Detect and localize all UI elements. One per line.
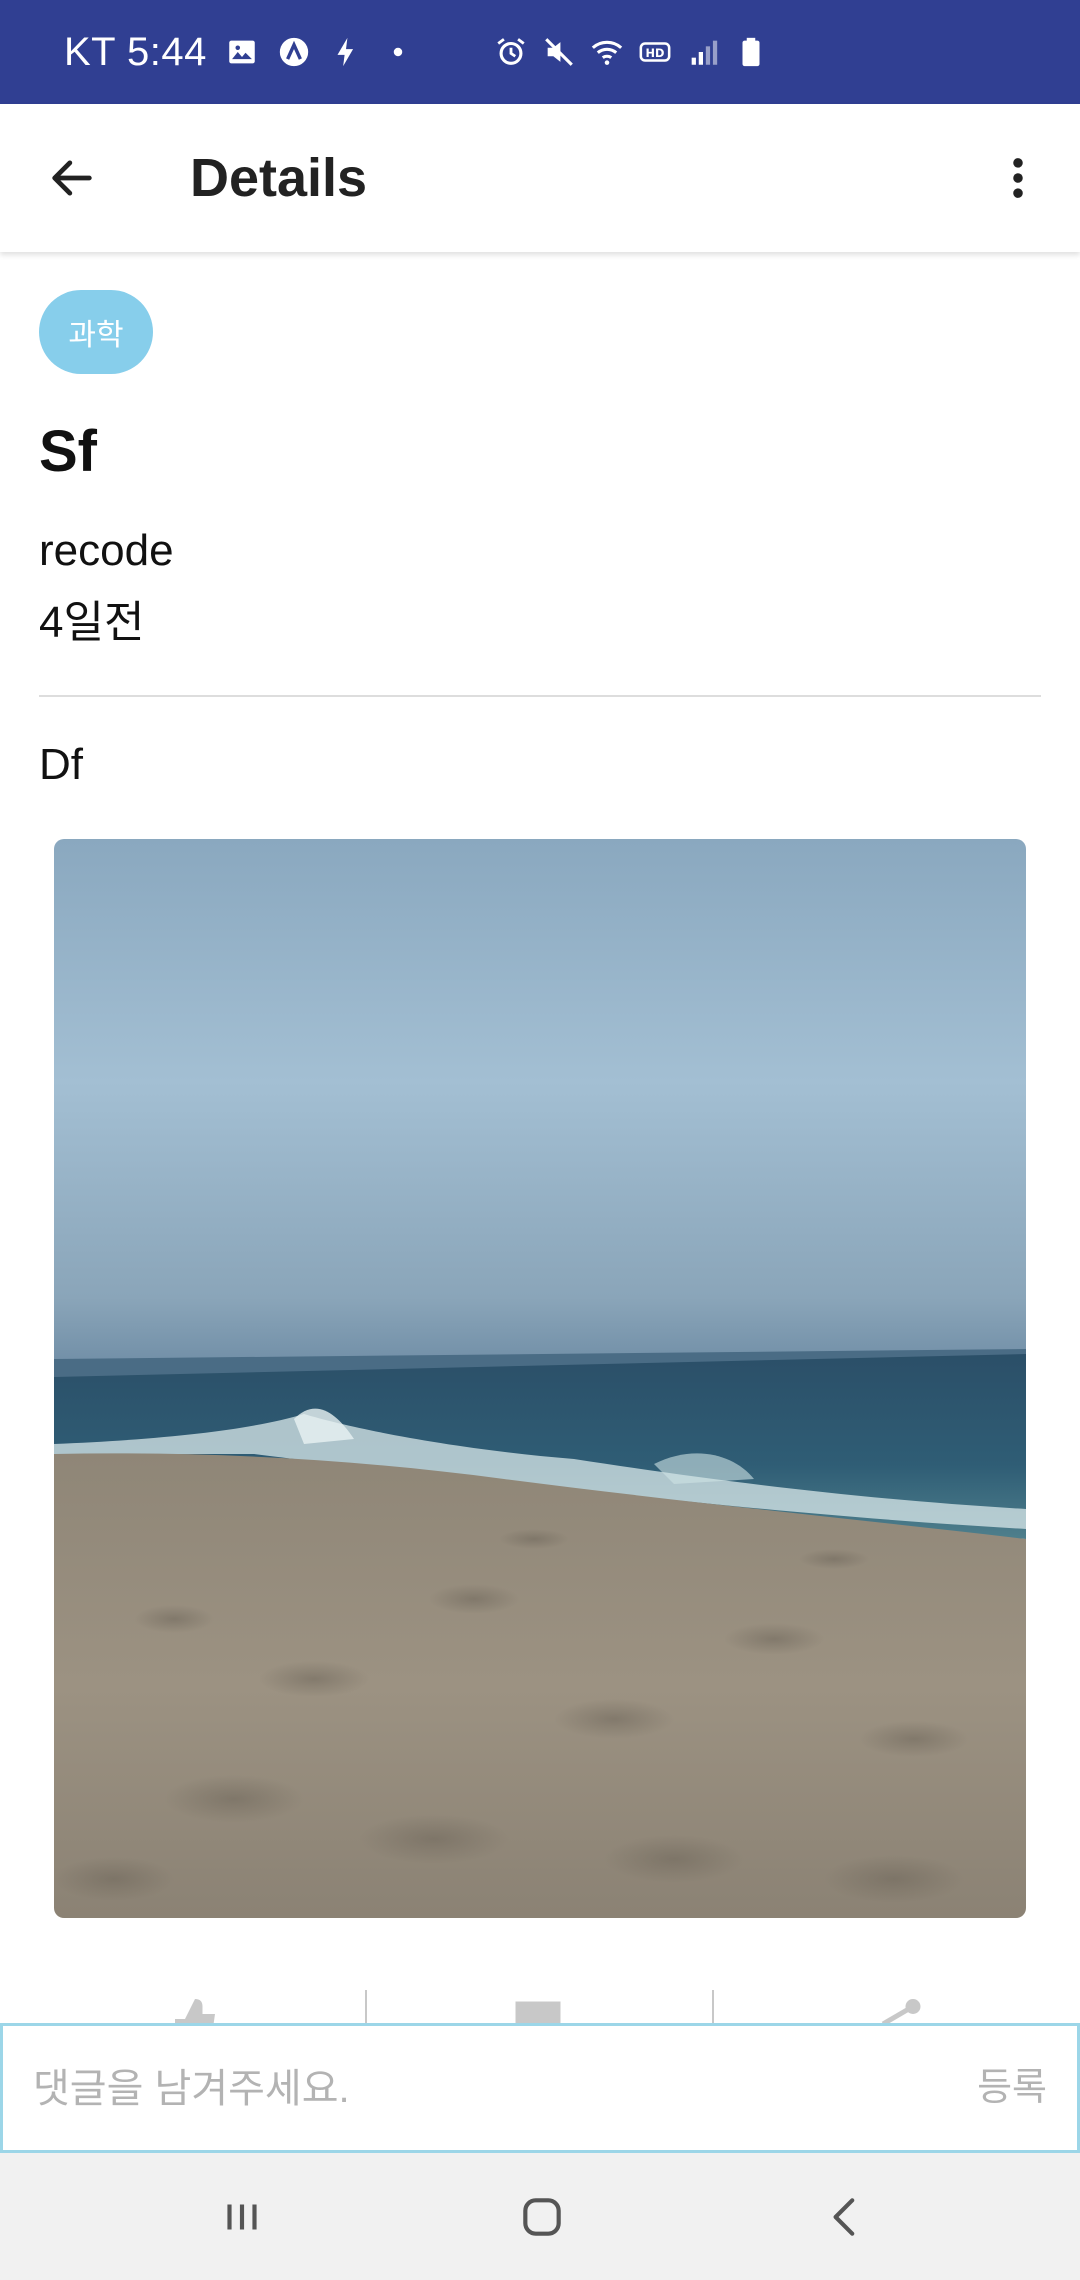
home-icon <box>523 2198 561 2236</box>
nav-back-button[interactable] <box>804 2175 888 2259</box>
a-icon <box>279 37 309 67</box>
comment-bar: 등록 <box>0 2023 1080 2153</box>
comment-input[interactable] <box>31 2026 935 2152</box>
action-divider <box>365 1990 367 2024</box>
status-bar: KT 5:44 HD <box>0 0 1080 104</box>
mute-icon <box>545 38 573 66</box>
recent-apps-icon <box>227 2204 257 2230</box>
battery-icon <box>742 37 760 67</box>
more-options-button[interactable] <box>980 140 1056 216</box>
hd-icon: HD <box>639 42 671 62</box>
post-author: recode <box>39 526 174 575</box>
beach-photo <box>54 839 1026 1918</box>
post-image[interactable] <box>54 839 1026 1918</box>
post-body: Df <box>39 740 83 789</box>
dot-icon <box>393 47 403 57</box>
arrow-left-icon <box>52 160 92 196</box>
system-nav-bar <box>0 2153 1080 2280</box>
share-icon[interactable] <box>868 1994 928 2024</box>
wifi-icon <box>591 40 623 65</box>
bolt-icon <box>337 37 353 67</box>
more-vertical-icon <box>1013 158 1023 198</box>
divider <box>39 695 1041 697</box>
post-date: 4일전 <box>39 598 145 647</box>
back-icon <box>833 2198 855 2236</box>
post-title: Sf <box>39 419 97 484</box>
like-icon[interactable] <box>165 1994 225 2024</box>
submit-comment-button[interactable]: 등록 <box>977 2026 1047 2150</box>
status-left: KT 5:44 <box>64 0 415 104</box>
svg-text:HD: HD <box>646 46 665 60</box>
home-button[interactable] <box>500 2175 584 2259</box>
recent-apps-button[interactable] <box>200 2175 284 2259</box>
status-carrier-time: KT 5:44 <box>64 29 207 74</box>
action-divider <box>712 1990 714 2024</box>
status-right: HD <box>494 0 768 104</box>
page-title: Details <box>190 148 368 208</box>
category-badge: 과학 <box>39 290 153 374</box>
signal-icon <box>691 40 718 65</box>
app-bar: Details <box>0 104 1080 252</box>
gallery-icon <box>229 40 255 64</box>
alarm-icon <box>497 38 525 65</box>
action-row <box>0 1990 1080 2024</box>
back-button[interactable] <box>34 140 110 216</box>
comment-icon[interactable] <box>508 1994 568 2024</box>
